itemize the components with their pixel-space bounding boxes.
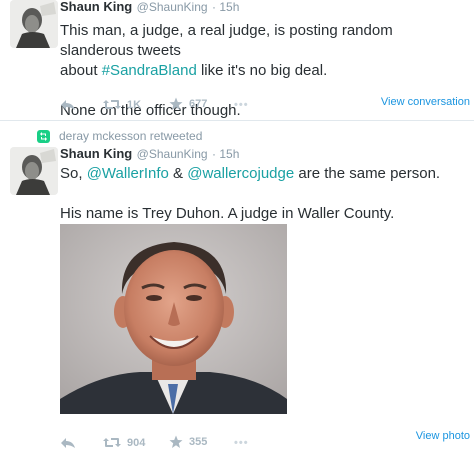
reply-icon — [61, 438, 75, 448]
star-icon — [169, 435, 183, 448]
tweet-photo[interactable] — [60, 224, 287, 414]
tweet-text-fragment: like it's no big deal. — [196, 62, 328, 79]
like-button[interactable]: 677 — [169, 97, 207, 111]
star-icon — [169, 97, 183, 110]
retweet-context-icon — [37, 130, 50, 143]
mention-link[interactable]: @WallerInfo — [87, 165, 169, 182]
tweet-divider — [0, 120, 474, 121]
tweet-text-line: about #SandraBland like it's no big deal… — [60, 61, 470, 81]
retweet-icon — [103, 438, 121, 447]
hashtag-link[interactable]: #SandraBland — [102, 62, 197, 79]
author-name[interactable]: Shaun King — [60, 0, 132, 14]
tweet-text: So, @WallerInfo & @wallercojudge are the… — [60, 164, 470, 224]
reply-button[interactable] — [60, 436, 76, 450]
more-icon[interactable]: ••• — [234, 99, 249, 111]
retweet-count: 1K — [127, 98, 142, 111]
tweet-text-fragment: are the same person. — [294, 165, 441, 182]
like-count: 677 — [189, 98, 208, 110]
reply-icon — [61, 100, 75, 110]
retweet-button[interactable]: 904 — [103, 436, 145, 449]
tweet-time[interactable]: · 15h — [212, 0, 239, 14]
avatar[interactable] — [10, 147, 58, 195]
tweet-text-line: So, @WallerInfo & @wallercojudge are the… — [60, 164, 470, 184]
like-count: 355 — [189, 436, 208, 448]
retweet-count: 904 — [127, 436, 146, 449]
tweet-text-fragment: So, — [60, 165, 87, 182]
like-button[interactable]: 355 — [169, 435, 207, 449]
author-handle[interactable]: @ShaunKing — [137, 0, 208, 14]
view-conversation-link[interactable]: View conversation — [381, 96, 470, 108]
more-icon[interactable]: ••• — [234, 437, 249, 449]
avatar[interactable] — [10, 0, 58, 48]
retweet-context-label[interactable]: deray mckesson retweeted — [59, 129, 202, 143]
tweet-text-fragment: & — [168, 165, 188, 182]
avatar-image — [10, 0, 58, 48]
tweet-text-line: This man, a judge, a real judge, is post… — [60, 22, 393, 59]
author-name[interactable]: Shaun King — [60, 146, 132, 161]
mention-link[interactable]: @wallercojudge — [187, 165, 294, 182]
tweet-text-line: His name is Trey Duhon. A judge in Walle… — [60, 205, 395, 222]
author-handle[interactable]: @ShaunKing — [137, 147, 208, 161]
view-photo-link[interactable]: View photo — [416, 430, 470, 442]
tweet-text-fragment: about — [60, 62, 102, 79]
tweet-time[interactable]: · 15h — [212, 147, 239, 161]
retweet-icon — [103, 100, 121, 109]
photo-image — [60, 224, 287, 414]
reply-button[interactable] — [60, 98, 76, 112]
retweet-button[interactable]: 1K — [103, 98, 141, 111]
avatar-image — [10, 147, 58, 195]
